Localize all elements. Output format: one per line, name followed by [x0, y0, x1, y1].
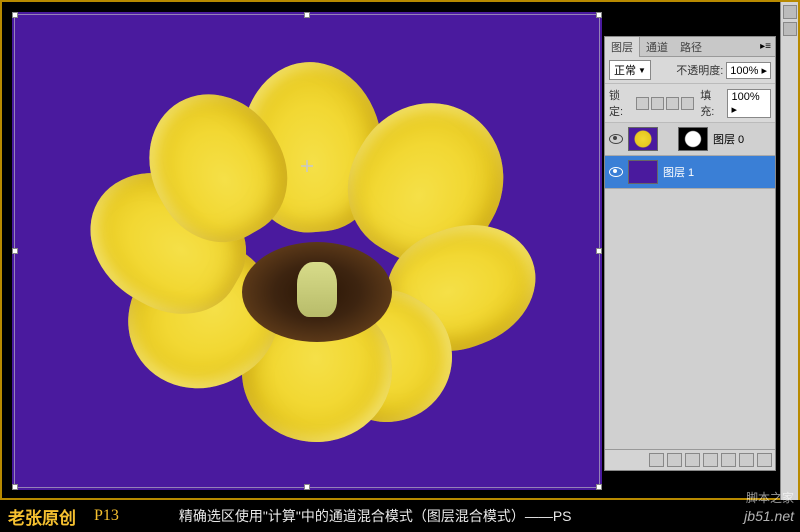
folder-icon[interactable] [721, 453, 736, 467]
layer-name: 图层 1 [663, 164, 694, 180]
panel-footer [605, 449, 775, 470]
transform-center-icon[interactable] [301, 160, 313, 172]
lock-pixels-icon[interactable] [651, 97, 664, 110]
mask-thumbnail[interactable] [678, 127, 708, 151]
tab-paths[interactable]: 路径 [674, 37, 708, 57]
fill-input[interactable]: 100% ▸ [727, 89, 771, 118]
transform-handle[interactable] [596, 248, 602, 254]
page-number: P13 [94, 507, 119, 525]
transform-handle[interactable] [12, 248, 18, 254]
trash-icon[interactable] [757, 453, 772, 467]
blend-mode-value: 正常 [614, 62, 636, 78]
watermark-url: jb51.net [744, 508, 794, 524]
chevron-down-icon: ▼ [638, 66, 646, 75]
tab-channels[interactable]: 通道 [640, 37, 674, 57]
layer-row[interactable]: 图层 0 [605, 123, 775, 156]
transform-handle[interactable] [304, 484, 310, 490]
layer-row[interactable]: 图层 1 [605, 156, 775, 189]
lock-row: 锁定: 填充: 100% ▸ [605, 84, 775, 123]
layer-list-empty [605, 189, 775, 449]
opacity-label: 不透明度: [676, 62, 723, 78]
lock-icons [636, 97, 694, 110]
transform-handle[interactable] [12, 12, 18, 18]
transform-selection[interactable] [14, 14, 600, 488]
lock-all-icon[interactable] [681, 97, 694, 110]
tab-layers[interactable]: 图层 [605, 37, 640, 57]
mask-icon[interactable] [685, 453, 700, 467]
caption-bar: 老张原创 P13 精确选区使用"计算"中的通道混合模式（图层混合模式）——PS [0, 500, 800, 532]
blend-mode-dropdown[interactable]: 正常 ▼ [609, 60, 651, 80]
collapsed-panel-bar [780, 2, 798, 500]
panel-icon[interactable] [783, 5, 797, 19]
lock-transparent-icon[interactable] [636, 97, 649, 110]
panel-icon[interactable] [783, 22, 797, 36]
lock-position-icon[interactable] [666, 97, 679, 110]
panel-tabs: 图层 通道 路径 ▸≡ [605, 37, 775, 57]
transform-handle[interactable] [596, 484, 602, 490]
fx-icon[interactable] [667, 453, 682, 467]
lock-label: 锁定: [609, 87, 633, 119]
credit-text: 老张原创 [8, 504, 76, 529]
transform-handle[interactable] [596, 12, 602, 18]
transform-handle[interactable] [304, 12, 310, 18]
opacity-input[interactable]: 100% ▸ [726, 62, 771, 79]
layer-thumbnail[interactable] [628, 127, 658, 151]
subtitle-text: 精确选区使用"计算"中的通道混合模式（图层混合模式）——PS [179, 506, 572, 526]
panel-menu-icon[interactable]: ▸≡ [756, 39, 775, 54]
link-layers-icon[interactable] [649, 453, 664, 467]
adjustment-icon[interactable] [703, 453, 718, 467]
layers-panel: 图层 通道 路径 ▸≡ 正常 ▼ 不透明度: 100% ▸ 锁定: 填充: [604, 36, 776, 471]
visibility-eye-icon[interactable] [609, 133, 623, 145]
visibility-eye-icon[interactable] [609, 166, 623, 178]
link-icon[interactable] [663, 127, 673, 151]
fill-label: 填充: [700, 87, 724, 119]
layer-thumbnail[interactable] [628, 160, 658, 184]
watermark-text: 脚本之家 [746, 489, 794, 506]
canvas[interactable] [12, 12, 602, 490]
transform-handle[interactable] [12, 484, 18, 490]
new-layer-icon[interactable] [739, 453, 754, 467]
blend-row: 正常 ▼ 不透明度: 100% ▸ [605, 57, 775, 84]
app-frame: 图层 通道 路径 ▸≡ 正常 ▼ 不透明度: 100% ▸ 锁定: 填充: [0, 0, 800, 500]
layer-list: 图层 0 图层 1 [605, 123, 775, 449]
layer-name: 图层 0 [713, 131, 744, 147]
